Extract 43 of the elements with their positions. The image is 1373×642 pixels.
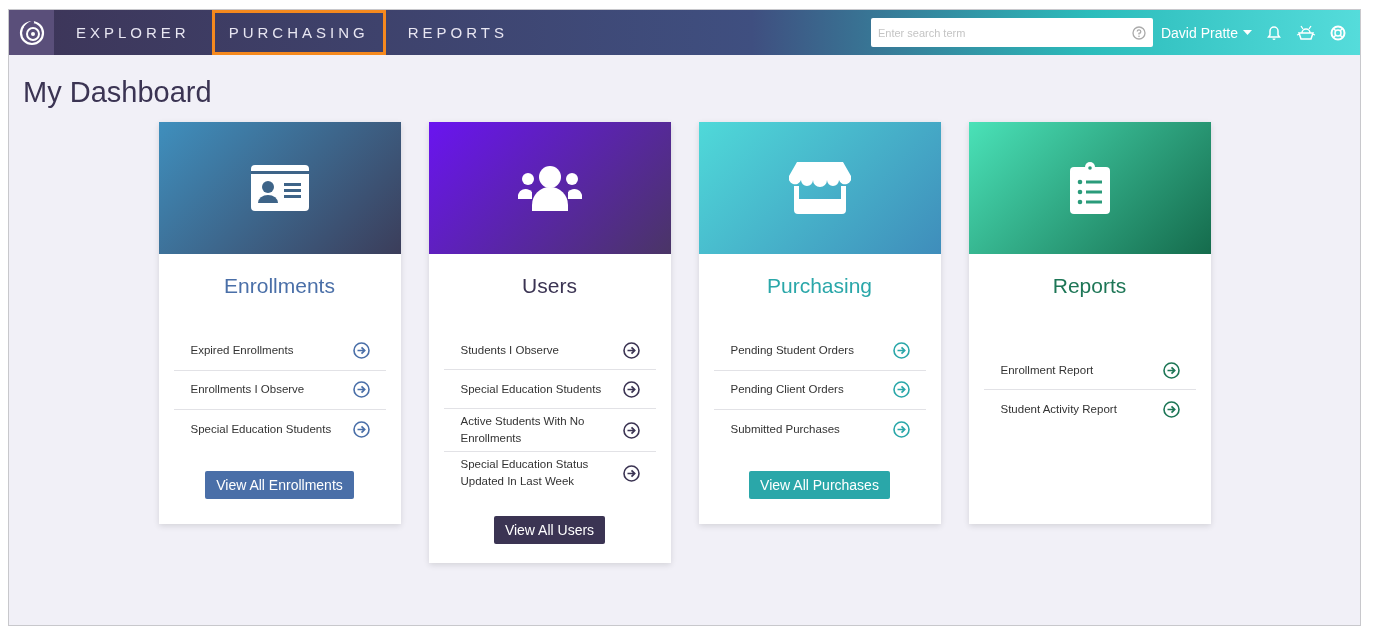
arrow-circle-icon xyxy=(622,341,640,359)
arrow-circle-icon xyxy=(1162,361,1180,379)
logo-icon[interactable] xyxy=(9,10,54,55)
search-field[interactable]: Enter search term xyxy=(870,18,1153,47)
arrow-circle-icon xyxy=(352,420,370,438)
arrow-circle-icon xyxy=(352,342,370,359)
caret-icon xyxy=(1243,30,1252,35)
dashboard-link[interactable]: Enrollments I Observe xyxy=(173,370,386,410)
dashboard-link[interactable]: Submitted Purchases xyxy=(713,409,926,449)
page-title: My Dashboard xyxy=(23,76,213,109)
view-all-button[interactable]: View All Enrollments xyxy=(205,471,354,499)
dashboard-link[interactable]: Special Education Status Updated In Last Week xyxy=(443,452,656,494)
arrow-circle-icon xyxy=(622,464,640,482)
card-title: Purchasing xyxy=(766,274,873,298)
dashboard-link[interactable]: Students I Observe xyxy=(443,331,656,370)
dashboard-link[interactable]: Special Education Students xyxy=(173,409,386,449)
dashboard-link[interactable]: Active Students With No Enrollments xyxy=(443,409,656,452)
users-icon xyxy=(517,165,582,211)
dashboard-link[interactable]: Student Activity Report xyxy=(983,390,1196,429)
nav-link[interactable]: EXPLORER xyxy=(62,10,204,55)
arrow-circle-icon xyxy=(1162,401,1180,418)
dashboard-link[interactable]: Enrollment Report xyxy=(983,351,1196,390)
bell-icon[interactable] xyxy=(1266,24,1282,41)
view-all-button[interactable]: View All Users xyxy=(493,516,606,544)
help-icon[interactable] xyxy=(1131,25,1146,40)
arrow-circle-icon xyxy=(892,420,910,438)
card-title: Users xyxy=(522,274,577,298)
arrow-circle-icon xyxy=(892,342,910,359)
arrow-circle-icon xyxy=(892,381,910,398)
arrow-circle-icon xyxy=(622,380,640,398)
dashboard-link[interactable]: Expired Enrollments xyxy=(173,331,386,371)
nav-link[interactable]: REPORTS xyxy=(393,10,522,55)
dashboard-link[interactable]: Pending Student Orders xyxy=(713,331,926,371)
arrow-circle-icon xyxy=(622,421,640,439)
dashboard-link[interactable]: Pending Client Orders xyxy=(713,370,926,410)
nav-link[interactable]: PURCHASING xyxy=(211,10,386,55)
storefront-icon xyxy=(788,162,851,214)
card-title: Reports xyxy=(1052,274,1127,298)
id-card-icon xyxy=(250,165,309,211)
clipboard-list-icon xyxy=(1069,162,1110,214)
dashboard-link[interactable]: Special Education Students xyxy=(443,370,656,409)
card-title: Enrollments xyxy=(224,274,335,298)
arrow-circle-icon xyxy=(352,381,370,398)
